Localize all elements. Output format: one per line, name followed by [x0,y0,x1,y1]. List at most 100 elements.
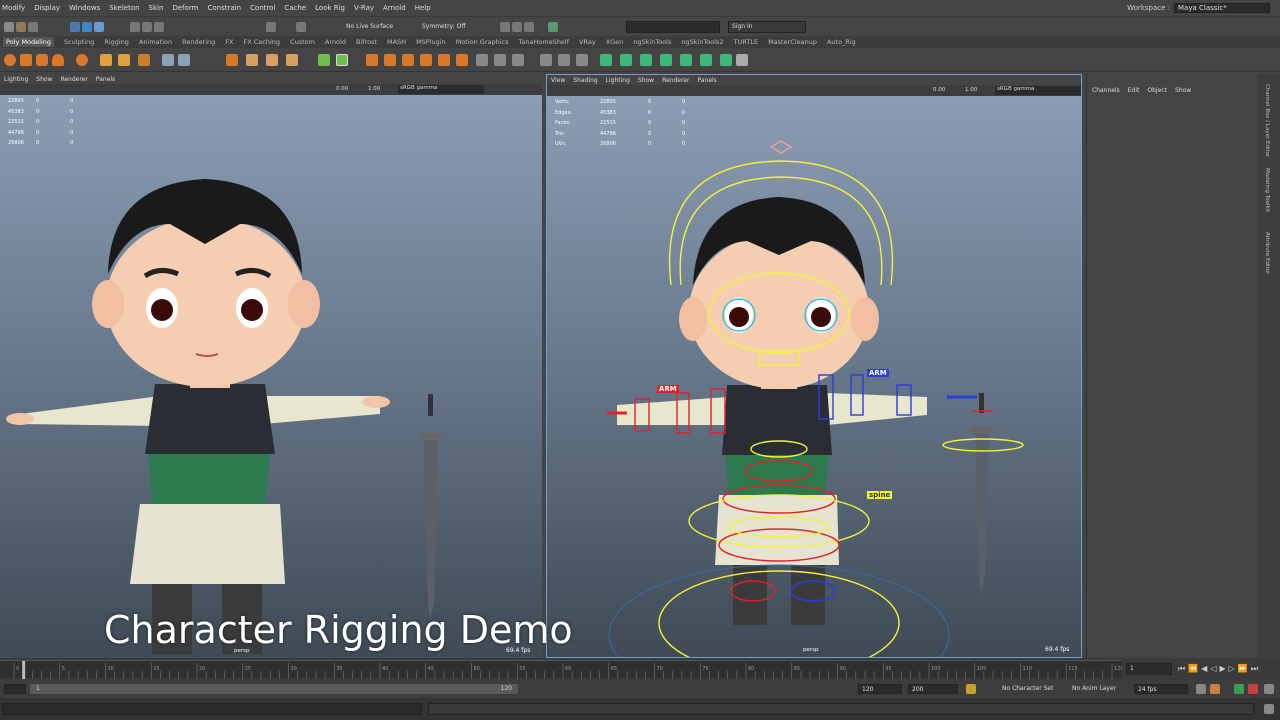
shelf-tab-mastercleanup[interactable]: MasterCleanup [768,38,817,46]
hypershade-icon[interactable] [548,22,558,32]
menu-cache[interactable]: Cache [284,4,306,12]
menu-skin[interactable]: Skin [149,4,164,12]
menu-display[interactable]: Display [34,4,60,12]
shelf-tab-xgen[interactable]: XGen [606,38,624,46]
play-icon[interactable]: ▶ [1219,664,1225,674]
menu-vray[interactable]: V-Ray [354,4,374,12]
animation-end-field[interactable]: 200 [908,684,958,694]
shelf-tab-mash[interactable]: MASH [387,38,406,46]
crease-icon[interactable] [540,54,552,66]
render-frame-icon[interactable] [512,22,522,32]
workspace-dropdown[interactable]: Maya Classic* [1174,3,1270,13]
shelf-tab-ngskintools[interactable]: ngSkinTools [633,38,671,46]
svg-tool-icon[interactable] [138,54,150,66]
menu-arnold[interactable]: Arnold [383,4,406,12]
open-scene-icon[interactable] [16,22,26,32]
shelf-tab-rigging[interactable]: Rigging [104,38,129,46]
step-forward-key-icon[interactable]: ⏩ [1238,664,1248,674]
uv-align-icon[interactable] [720,54,732,66]
menu-control[interactable]: Control [250,4,275,12]
bevel-icon[interactable] [266,54,278,66]
uv-editor-icon[interactable] [558,54,570,66]
render-view-icon[interactable] [500,22,510,32]
save-scene-icon[interactable] [28,22,38,32]
uv-cut-icon[interactable] [660,54,672,66]
menu-modify[interactable]: Modify [2,4,25,12]
auto-key-icon[interactable] [966,684,976,694]
viewport-right[interactable]: View Shading Lighting Show Renderer Pane… [546,74,1082,658]
poly-sphere-icon[interactable] [4,54,16,66]
uv-straighten-icon[interactable] [700,54,712,66]
shelf-tab-arnold[interactable]: Arnold [325,38,346,46]
separate-icon[interactable] [178,54,190,66]
fill-hole-icon[interactable] [402,54,414,66]
sign-in-button[interactable]: Sign In [728,21,806,33]
shelf-tab-fx[interactable]: FX [225,38,233,46]
step-back-key-icon[interactable]: ⏪ [1188,664,1198,674]
uv-shell-icon[interactable] [600,54,612,66]
channel-menu-edit[interactable]: Edit [1128,87,1140,94]
multi-cut-icon[interactable] [318,54,330,66]
append-icon[interactable] [420,54,432,66]
new-scene-icon[interactable] [4,22,14,32]
channel-menu-show[interactable]: Show [1175,87,1191,94]
poly-torus-icon[interactable] [76,54,88,66]
ipr-icon[interactable] [524,22,534,32]
component-mode-icon[interactable] [94,22,104,32]
menu-deform[interactable]: Deform [172,4,198,12]
shelf-tab-bifrost[interactable]: Bifrost [356,38,377,46]
menu-windows[interactable]: Windows [69,4,100,12]
preferences-icon[interactable] [1264,684,1274,694]
playback-end-field[interactable]: 120 [858,684,902,694]
snap-grid-icon[interactable] [130,22,140,32]
reduce-icon[interactable] [494,54,506,66]
current-time-marker[interactable] [22,661,26,679]
snap-curve-icon[interactable] [142,22,152,32]
channel-menu-object[interactable]: Object [1147,87,1167,94]
fps-dropdown[interactable]: 24 fps [1134,684,1188,694]
uv-layout-icon[interactable] [620,54,632,66]
menu-skeleton[interactable]: Skeleton [109,4,139,12]
uv-sew-icon[interactable] [680,54,692,66]
command-field[interactable] [626,21,720,33]
play-back-icon[interactable]: ◁ [1210,664,1216,674]
menu-constrain[interactable]: Constrain [207,4,241,12]
poly-cube-icon[interactable] [20,54,32,66]
time-slider[interactable]: 0 5 10 15 20 25 30 35 40 45 50 55 60 65 70 75 80 85 90 95 10… [0,660,1124,679]
shelf-tab-tanahomeshelf[interactable]: TanaHomeShelf [519,38,570,46]
extract-icon[interactable] [456,54,468,66]
range-slider[interactable]: 1 120 [30,684,518,694]
live-surface-label[interactable]: No Live Surface [346,23,393,30]
go-to-start-icon[interactable]: ⏮ [1178,664,1185,674]
bridge-icon[interactable] [286,54,298,66]
loop-icon[interactable] [1196,684,1206,694]
shelf-tab-sculpting[interactable]: Sculpting [64,38,94,46]
select-mode-icon[interactable] [70,22,80,32]
history-icon[interactable] [266,22,276,32]
poly-cone-icon[interactable] [52,54,64,66]
shelf-tab-fx-caching[interactable]: FX Caching [244,38,281,46]
shelf-tab-poly-modeling[interactable]: Poly Modeling [3,37,54,47]
shelf-tab-ngskintools2[interactable]: ngSkinTools2 [681,38,723,46]
current-frame-field[interactable]: 1 [1126,663,1172,675]
mel-command-input[interactable] [2,703,422,715]
go-to-end-icon[interactable]: ⏭ [1251,664,1258,674]
planar-map-icon[interactable] [576,54,588,66]
cache-playback-icon[interactable] [1248,684,1258,694]
tab-modeling-toolkit[interactable]: Modeling Toolkit [1264,168,1270,212]
uv-unfold-icon[interactable] [640,54,652,66]
shelf-tab-animation[interactable]: Animation [139,38,172,46]
snap-point-icon[interactable] [154,22,164,32]
shelf-tab-msplugin[interactable]: MSPlugin [416,38,446,46]
character-model-left[interactable] [0,74,542,658]
menu-help[interactable]: Help [415,4,431,12]
uv-scale-icon[interactable] [736,54,748,66]
object-mode-icon[interactable] [82,22,92,32]
channel-menu-channels[interactable]: Channels [1092,87,1120,94]
render-icon[interactable] [296,22,306,32]
target-weld-icon[interactable] [336,54,348,66]
character-set-dropdown[interactable]: No Character Set [1002,685,1053,692]
super-shape-icon[interactable] [100,54,112,66]
shelf-tab-vray[interactable]: VRay [579,38,596,46]
extrude-icon[interactable] [246,54,258,66]
